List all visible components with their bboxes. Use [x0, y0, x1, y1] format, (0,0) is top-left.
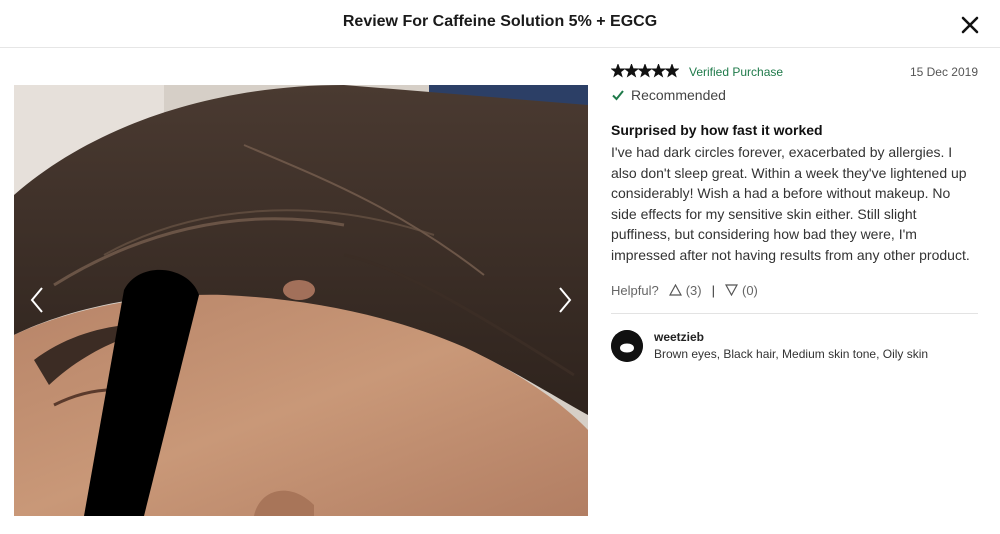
review-date: 15 Dec 2019: [909, 65, 978, 79]
star-icon: [650, 64, 667, 78]
helpful-yes-button[interactable]: (3): [668, 282, 702, 298]
thumb-up-icon: [668, 284, 682, 296]
helpful-row: Helpful? (3) | (0): [611, 281, 978, 299]
review-headline: Surprised by how fast it worked: [611, 122, 823, 138]
author-traits: Brown eyes, Black hair, Medium skin tone…: [654, 347, 929, 361]
avatar: [611, 330, 643, 362]
star-icon: [637, 64, 653, 78]
star-icon: [611, 64, 626, 78]
verified-purchase-badge: Verified Purchase: [689, 65, 784, 79]
helpful-no-count: (0): [741, 282, 758, 298]
close-icon[interactable]: [958, 13, 982, 37]
thumb-down-icon: [724, 284, 738, 296]
helpful-yes-count: (3): [685, 282, 702, 298]
recommended-text: Recommended: [631, 87, 726, 103]
helpful-no-button[interactable]: (0): [724, 282, 758, 298]
author-block: weetzieb Brown eyes, Black hair, Medium …: [611, 328, 978, 362]
author-name: weetzieb: [654, 330, 705, 344]
star-icon: [623, 64, 640, 78]
recommended-label: Recommended: [611, 85, 978, 105]
check-icon: [612, 90, 624, 101]
review-photo: [14, 85, 588, 516]
divider: [611, 313, 978, 314]
star-rating: [611, 64, 679, 78]
review-body: I've had dark circles forever, exacerbat…: [611, 144, 970, 263]
modal-title: Review For Caffeine Solution 5% + EGCG: [342, 13, 658, 30]
chevron-right-icon[interactable]: [550, 285, 578, 315]
star-icon: [664, 64, 679, 78]
review-panel: Verified Purchase 15 Dec 2019 Recommende…: [611, 62, 978, 362]
modal-header: Review For Caffeine Solution 5% + EGCG: [0, 0, 1000, 48]
helpful-label: Helpful?: [611, 282, 659, 298]
helpful-separator: |: [711, 282, 715, 298]
chevron-left-icon[interactable]: [24, 285, 52, 315]
